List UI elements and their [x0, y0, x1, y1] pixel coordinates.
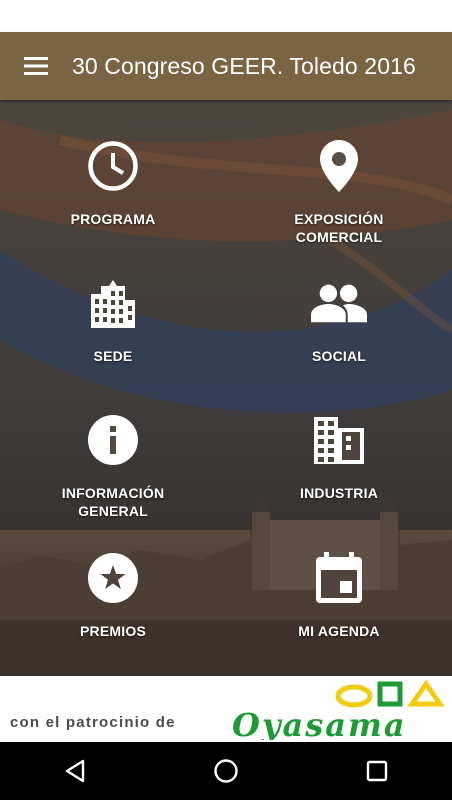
- recents-icon: [366, 760, 387, 782]
- recents-button[interactable]: [347, 746, 407, 796]
- tile-label: EXPOSICIÓN COMERCIAL: [294, 211, 384, 245]
- tile-label: INFORMACIÓN GENERAL: [61, 485, 165, 519]
- sponsor-text: con el patrocinio de: [10, 714, 176, 731]
- tile-label: SOCIAL: [311, 348, 367, 364]
- tile-social[interactable]: SOCIAL: [244, 275, 434, 365]
- star-icon: [88, 553, 138, 603]
- tile-label: PREMIOS: [80, 623, 146, 639]
- tile-sede[interactable]: SEDE: [18, 275, 208, 365]
- home-icon: [214, 759, 238, 783]
- android-nav-bar: [0, 742, 452, 800]
- tile-premios[interactable]: PREMIOS: [18, 550, 208, 640]
- app-title: 30 Congreso GEER. Toledo 2016: [72, 52, 416, 79]
- tile-informacion-general[interactable]: INFORMACIÓN GENERAL: [18, 412, 208, 520]
- back-icon: [66, 759, 85, 783]
- tile-label: PROGRAMA: [70, 211, 156, 227]
- tile-mi-agenda[interactable]: MI AGENDA: [244, 550, 434, 640]
- tile-exposicion-comercial[interactable]: EXPOSICIÓN COMERCIAL: [244, 138, 434, 246]
- clock-icon: [88, 141, 138, 191]
- app-bar: 30 Congreso GEER. Toledo 2016: [0, 32, 452, 100]
- tile-programa[interactable]: PROGRAMA: [18, 138, 208, 228]
- main-menu: PROGRAMA EXPOSICIÓN COMERCIAL SEDE SOCIA…: [0, 100, 452, 676]
- office-building-icon: [314, 417, 364, 464]
- tile-industria[interactable]: INDUSTRIA: [244, 412, 434, 502]
- hamburger-menu-icon: [24, 57, 48, 75]
- tile-label: SEDE: [93, 348, 133, 364]
- people-icon: [311, 284, 367, 323]
- sponsor-banner[interactable]: con el patrocinio de Oyasama: [0, 676, 452, 742]
- home-button[interactable]: [196, 746, 256, 796]
- info-icon: [88, 415, 138, 465]
- oyasama-logo: Oyasama: [232, 680, 445, 740]
- building-icon: [91, 280, 135, 328]
- tile-label: MI AGENDA: [298, 623, 380, 639]
- calendar-icon: [316, 552, 362, 603]
- tile-label: INDUSTRIA: [299, 485, 379, 501]
- svg-text:Oyasama: Oyasama: [232, 706, 407, 740]
- map-pin-icon: [320, 140, 358, 192]
- back-button[interactable]: [45, 746, 105, 796]
- status-bar: [0, 0, 452, 32]
- hamburger-menu-button[interactable]: [0, 32, 72, 100]
